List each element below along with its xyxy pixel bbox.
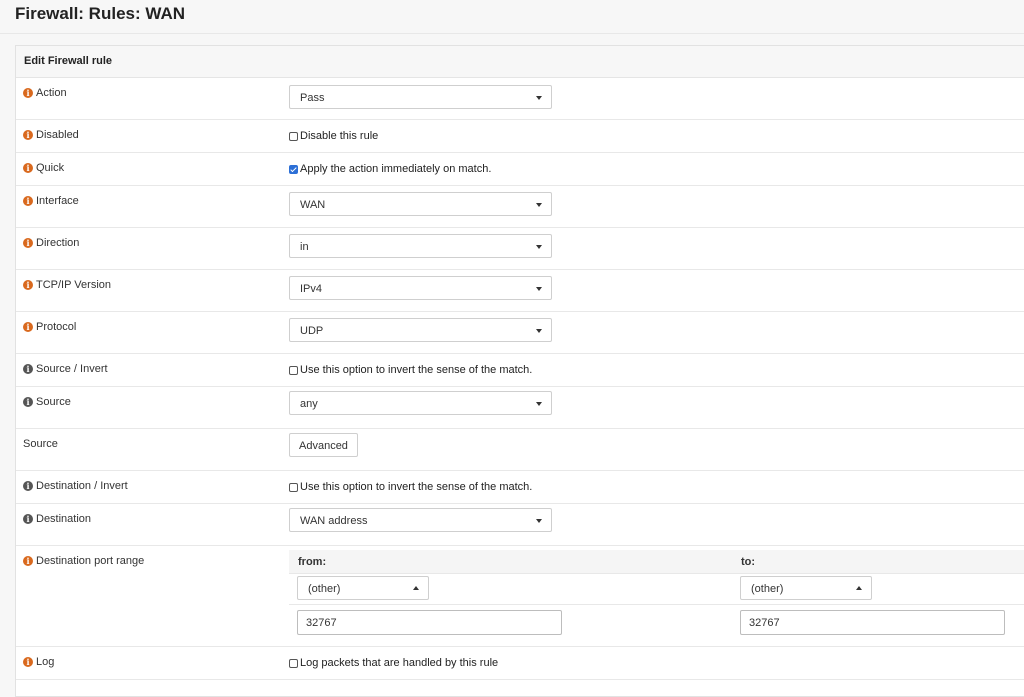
caret-down-icon xyxy=(536,96,542,100)
page-title: Firewall: Rules: WAN xyxy=(15,4,185,24)
to-label: to: xyxy=(741,556,755,568)
row-source-invert: i Source / Invert Use this option to inv… xyxy=(16,354,1024,387)
source-invert-checkbox[interactable] xyxy=(289,366,298,375)
info-icon[interactable]: i xyxy=(23,322,33,332)
caret-down-icon xyxy=(536,402,542,406)
row-destination-invert: i Destination / Invert Use this option t… xyxy=(16,471,1024,504)
interface-select[interactable]: WAN xyxy=(289,192,552,216)
to-port-select[interactable]: (other) xyxy=(740,576,872,600)
source-advanced-button[interactable]: Advanced xyxy=(289,433,358,457)
dest-port-range-label: Destination port range xyxy=(36,555,144,567)
destination-invert-checkbox[interactable] xyxy=(289,483,298,492)
source-label: Source xyxy=(36,396,71,408)
to-port-input[interactable] xyxy=(740,610,1005,635)
row-destination-port-range: i Destination port range from: to: (othe… xyxy=(16,546,1024,647)
info-icon[interactable]: i xyxy=(23,364,33,374)
source-invert-checkbox-line: Use this option to invert the sense of t… xyxy=(289,364,532,376)
port-range-divider xyxy=(289,604,1024,605)
direction-select[interactable]: in xyxy=(289,234,552,258)
caret-down-icon xyxy=(536,245,542,249)
row-interface: i Interface WAN xyxy=(16,186,1024,228)
caret-up-icon xyxy=(413,586,419,590)
row-log: i Log Log packets that are handled by th… xyxy=(16,647,1024,680)
protocol-select[interactable]: UDP xyxy=(289,318,552,342)
info-icon[interactable]: i xyxy=(23,130,33,140)
info-icon[interactable]: i xyxy=(23,196,33,206)
info-icon[interactable]: i xyxy=(23,163,33,173)
info-icon[interactable]: i xyxy=(23,88,33,98)
panel-header: Edit Firewall rule xyxy=(16,46,1024,78)
row-quick: i Quick Apply the action immediately on … xyxy=(16,153,1024,186)
disabled-label: Disabled xyxy=(36,129,79,141)
destination-invert-checkbox-line: Use this option to invert the sense of t… xyxy=(289,481,532,493)
info-icon[interactable]: i xyxy=(23,556,33,566)
from-port-select[interactable]: (other) xyxy=(297,576,429,600)
quick-label: Quick xyxy=(36,162,64,174)
destination-invert-label: Destination / Invert xyxy=(36,480,128,492)
info-icon[interactable]: i xyxy=(23,238,33,248)
row-destination: i Destination WAN address xyxy=(16,504,1024,546)
ip-version-select[interactable]: IPv4 xyxy=(289,276,552,300)
row-action: i Action Pass xyxy=(16,78,1024,120)
action-label: Action xyxy=(36,87,67,99)
disabled-checkbox[interactable] xyxy=(289,132,298,141)
destination-invert-checkbox-label[interactable]: Use this option to invert the sense of t… xyxy=(300,481,532,493)
ip-version-label: TCP/IP Version xyxy=(36,279,111,291)
caret-down-icon xyxy=(536,329,542,333)
row-direction: i Direction in xyxy=(16,228,1024,270)
info-icon[interactable]: i xyxy=(23,657,33,667)
from-port-input[interactable] xyxy=(297,610,562,635)
row-ip-version: i TCP/IP Version IPv4 xyxy=(16,270,1024,312)
title-divider xyxy=(0,33,1024,34)
row-source-advanced: Source Advanced xyxy=(16,429,1024,471)
log-checkbox[interactable] xyxy=(289,659,298,668)
row-source: i Source any xyxy=(16,387,1024,429)
info-icon[interactable]: i xyxy=(23,514,33,524)
row-protocol: i Protocol UDP xyxy=(16,312,1024,354)
caret-up-icon xyxy=(856,586,862,590)
source-select[interactable]: any xyxy=(289,391,552,415)
row-disabled: i Disabled Disable this rule xyxy=(16,120,1024,153)
source-invert-label: Source / Invert xyxy=(36,363,108,375)
port-range-header: from: to: xyxy=(289,550,1024,574)
info-icon[interactable]: i xyxy=(23,397,33,407)
direction-label: Direction xyxy=(36,237,79,249)
caret-down-icon xyxy=(536,287,542,291)
destination-select[interactable]: WAN address xyxy=(289,508,552,532)
log-checkbox-label[interactable]: Log packets that are handled by this rul… xyxy=(300,657,498,669)
source-invert-checkbox-label[interactable]: Use this option to invert the sense of t… xyxy=(300,364,532,376)
disabled-checkbox-line: Disable this rule xyxy=(289,130,378,142)
disabled-checkbox-label[interactable]: Disable this rule xyxy=(300,130,378,142)
interface-label: Interface xyxy=(36,195,79,207)
edit-rule-panel: Edit Firewall rule i Action Pass i Disab… xyxy=(15,45,1024,697)
protocol-label: Protocol xyxy=(36,321,76,333)
info-icon[interactable]: i xyxy=(23,280,33,290)
from-label: from: xyxy=(298,556,326,568)
destination-label: Destination xyxy=(36,513,91,525)
quick-checkbox-label[interactable]: Apply the action immediately on match. xyxy=(300,163,491,175)
quick-checkbox[interactable] xyxy=(289,165,298,174)
quick-checkbox-line: Apply the action immediately on match. xyxy=(289,163,491,175)
info-icon[interactable]: i xyxy=(23,481,33,491)
caret-down-icon xyxy=(536,519,542,523)
action-select[interactable]: Pass xyxy=(289,85,552,109)
log-checkbox-line: Log packets that are handled by this rul… xyxy=(289,657,498,669)
log-label: Log xyxy=(36,656,54,668)
source-advanced-label: Source xyxy=(23,438,58,450)
caret-down-icon xyxy=(536,203,542,207)
